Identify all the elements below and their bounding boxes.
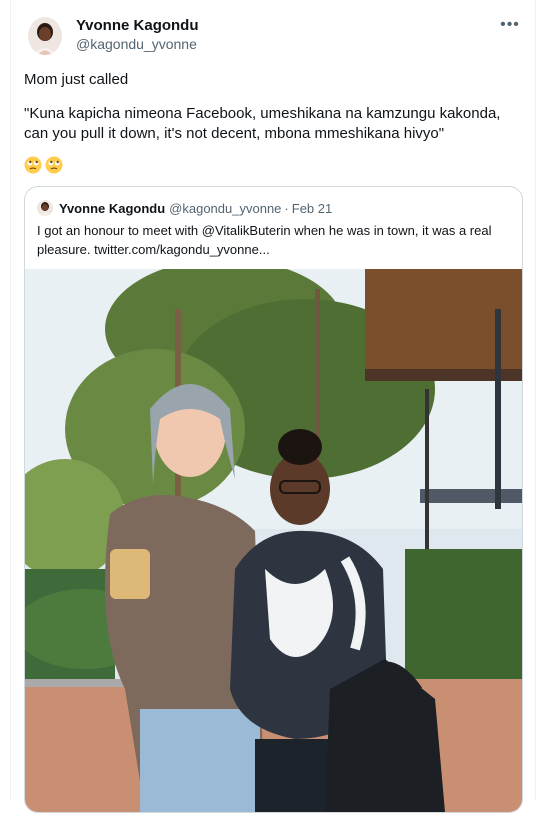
- rolling-eyes-emoji: [24, 156, 42, 174]
- quoted-date[interactable]: Feb 21: [292, 201, 332, 216]
- quoted-author-name[interactable]: Yvonne Kagondu: [59, 201, 165, 216]
- tweet-line-1: Mom just called: [24, 71, 129, 88]
- quoted-photo[interactable]: [25, 269, 522, 812]
- tweet-header: Yvonne Kagondu @kagondu_yvonne •••: [24, 12, 529, 60]
- quoted-tweet[interactable]: Yvonne Kagondu @kagondu_yvonne · Feb 21 …: [24, 186, 523, 813]
- author-name[interactable]: Yvonne Kagondu: [76, 17, 199, 34]
- frame-border-left: [10, 0, 11, 800]
- frame-border-right: [535, 0, 536, 800]
- author-handle[interactable]: @kagondu_yvonne: [76, 36, 197, 52]
- tweet-emojis: [24, 156, 63, 174]
- more-horizontal-icon: •••: [500, 16, 520, 33]
- rolling-eyes-emoji: [45, 156, 63, 174]
- quoted-avatar[interactable]: [37, 200, 53, 216]
- quoted-tweet-header: Yvonne Kagondu @kagondu_yvonne · Feb 21: [37, 199, 332, 217]
- avatar[interactable]: [28, 17, 62, 55]
- tweet-line-2: "Kuna kapicha nimeona Facebook, umeshika…: [24, 105, 501, 142]
- quoted-tweet-text: I got an honour to meet with @VitalikBut…: [37, 223, 492, 257]
- more-options-button[interactable]: •••: [497, 14, 523, 36]
- quoted-author-handle[interactable]: @kagondu_yvonne: [169, 201, 281, 216]
- separator-dot: ·: [284, 200, 289, 216]
